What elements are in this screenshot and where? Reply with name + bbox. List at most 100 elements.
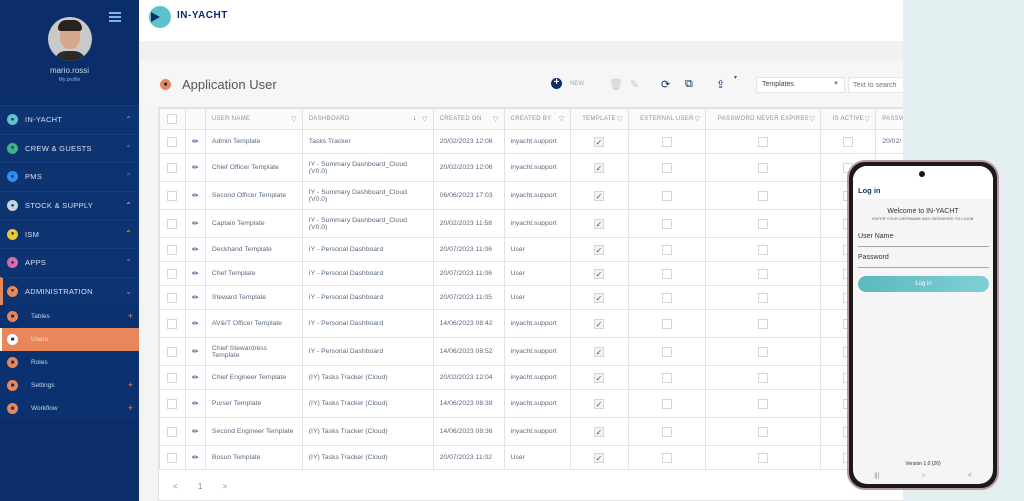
row-select-checkbox[interactable] bbox=[167, 218, 178, 229]
edit-row-icon[interactable]: ✏ bbox=[192, 319, 199, 328]
template-checkbox[interactable]: ✓ bbox=[594, 244, 605, 255]
next-page-button[interactable]: > bbox=[223, 482, 228, 491]
filter-icon[interactable]: ▽ bbox=[695, 115, 701, 123]
row-select-checkbox[interactable] bbox=[167, 372, 178, 383]
external-user-checkbox[interactable] bbox=[661, 162, 672, 173]
external-user-checkbox[interactable] bbox=[661, 426, 672, 437]
user-name-cell[interactable]: Chef Template bbox=[204, 261, 303, 286]
sidebar-item-workflow[interactable]: ■ Workflow + bbox=[0, 397, 139, 421]
filter-icon[interactable]: ▽ bbox=[422, 115, 428, 123]
sidebar-section-ism[interactable]: ● ISM ⌃ bbox=[0, 219, 139, 248]
filter-icon[interactable]: ▽ bbox=[559, 115, 565, 123]
login-button[interactable]: Log in bbox=[858, 276, 989, 292]
external-user-checkbox[interactable] bbox=[661, 244, 672, 255]
sort-desc-icon[interactable]: ↓ bbox=[413, 115, 417, 122]
table-row[interactable]: ✏ Bosun Template (IY) Tasks Tracker (Cloud… bbox=[159, 445, 903, 470]
external-user-checkbox[interactable] bbox=[661, 292, 672, 303]
external-user-checkbox[interactable] bbox=[661, 318, 672, 329]
filter-icon[interactable]: ▽ bbox=[493, 115, 499, 123]
row-select-checkbox[interactable] bbox=[167, 452, 178, 463]
password-never-expires-checkbox[interactable] bbox=[758, 244, 769, 255]
user-name-cell[interactable]: Bosun Template bbox=[204, 445, 303, 470]
add-icon[interactable]: + bbox=[551, 78, 562, 89]
user-name-cell[interactable]: AV&IT Officer Template bbox=[204, 309, 303, 338]
row-select-checkbox[interactable] bbox=[167, 268, 178, 279]
export-dropdown-icon[interactable]: ▾ bbox=[734, 74, 737, 81]
template-checkbox[interactable]: ✓ bbox=[594, 136, 605, 147]
external-user-checkbox[interactable] bbox=[661, 218, 672, 229]
template-checkbox[interactable]: ✓ bbox=[594, 218, 605, 229]
edit-row-icon[interactable]: ✏ bbox=[192, 373, 199, 382]
expand-icon[interactable]: + bbox=[128, 380, 133, 390]
column-header-passwo[interactable]: PASSWO bbox=[875, 108, 903, 130]
edit-icon[interactable]: ✎ bbox=[630, 78, 639, 91]
user-name-cell[interactable]: Second Officer Template bbox=[204, 181, 303, 210]
edit-row-icon[interactable]: ✏ bbox=[192, 453, 199, 462]
password-never-expires-checkbox[interactable] bbox=[758, 346, 769, 357]
password-never-expires-checkbox[interactable] bbox=[758, 426, 769, 437]
sidebar-section-crew-guests[interactable]: ● CREW & GUESTS ⌃ bbox=[0, 133, 139, 163]
new-button[interactable]: NEW bbox=[570, 81, 584, 87]
password-never-expires-checkbox[interactable] bbox=[758, 218, 769, 229]
edit-row-icon[interactable]: ✏ bbox=[192, 347, 199, 356]
row-select-checkbox[interactable] bbox=[167, 292, 178, 303]
row-select-checkbox[interactable] bbox=[167, 398, 178, 409]
sidebar-section-stock-supply[interactable]: ● STOCK & SUPPLY ⌃ bbox=[0, 190, 139, 220]
prev-page-button[interactable]: < bbox=[173, 482, 178, 491]
template-checkbox[interactable]: ✓ bbox=[594, 452, 605, 463]
template-checkbox[interactable]: ✓ bbox=[594, 426, 605, 437]
sidebar-section-administration[interactable]: ● ADMINISTRATION ⌄ bbox=[0, 276, 139, 306]
table-row[interactable]: ✏ Deckhand Template IY - Personal Dashboar… bbox=[159, 237, 903, 262]
column-header-is-active[interactable]: IS ACTIVE ▽ bbox=[820, 108, 877, 130]
username-field[interactable]: User Name bbox=[858, 233, 989, 247]
table-row[interactable]: ✏ Chief Engineer Template (IY) Tasks Track… bbox=[159, 365, 903, 390]
menu-toggle-icon[interactable] bbox=[109, 12, 121, 22]
sidebar-item-settings[interactable]: ■ Settings + bbox=[0, 374, 139, 398]
user-name-cell[interactable]: Admin Template bbox=[204, 129, 303, 154]
external-user-checkbox[interactable] bbox=[661, 268, 672, 279]
edit-row-icon[interactable]: ✏ bbox=[192, 137, 199, 146]
column-header-dashboard[interactable]: DASHBOARD ↓ ▽ bbox=[301, 108, 434, 130]
column-header-external-user[interactable]: EXTERNAL USER ▽ bbox=[627, 108, 707, 130]
page-1-button[interactable]: 1 bbox=[198, 482, 202, 491]
template-checkbox[interactable]: ✓ bbox=[594, 346, 605, 357]
password-never-expires-checkbox[interactable] bbox=[758, 268, 769, 279]
user-name-cell[interactable]: Chief Officer Template bbox=[204, 153, 303, 182]
password-never-expires-checkbox[interactable] bbox=[758, 452, 769, 463]
password-never-expires-checkbox[interactable] bbox=[758, 398, 769, 409]
layout-icon[interactable]: ⧉ bbox=[685, 78, 693, 91]
column-header-created-on[interactable]: CREATED ON ▽ bbox=[432, 108, 505, 130]
user-name-cell[interactable]: Steward Template bbox=[204, 285, 303, 310]
delete-icon[interactable]: 🗑 bbox=[609, 78, 623, 91]
external-user-checkbox[interactable] bbox=[661, 136, 672, 147]
edit-row-icon[interactable]: ✏ bbox=[192, 399, 199, 408]
external-user-checkbox[interactable] bbox=[661, 452, 672, 463]
sidebar-item-tables[interactable]: ■ Tables + bbox=[0, 305, 139, 329]
template-checkbox[interactable]: ✓ bbox=[594, 190, 605, 201]
password-never-expires-checkbox[interactable] bbox=[758, 136, 769, 147]
template-checkbox[interactable]: ✓ bbox=[594, 398, 605, 409]
sidebar-section-apps[interactable]: ● APPS ⌃ bbox=[0, 247, 139, 277]
user-name-cell[interactable]: Chief Engineer Template bbox=[204, 365, 303, 390]
template-checkbox[interactable]: ✓ bbox=[594, 162, 605, 173]
table-row[interactable]: ✏ Steward Template IY - Personal Dashboard… bbox=[159, 285, 903, 310]
column-header-password-never-expires[interactable]: PASSWORD NEVER EXPIRES ▽ bbox=[705, 108, 822, 130]
external-user-checkbox[interactable] bbox=[661, 346, 672, 357]
edit-row-icon[interactable]: ✏ bbox=[192, 245, 199, 254]
user-name-cell[interactable]: Purser Template bbox=[204, 389, 303, 418]
table-row[interactable]: ✏ Second Engineer Template (IY) Tasks Trac… bbox=[159, 417, 903, 446]
user-name-cell[interactable]: Chief Steward/ess Template bbox=[204, 337, 303, 366]
edit-row-icon[interactable]: ✏ bbox=[192, 163, 199, 172]
filter-icon[interactable]: ▽ bbox=[291, 115, 297, 123]
filter-select[interactable]: Templates ▼ bbox=[756, 77, 845, 93]
row-select-checkbox[interactable] bbox=[167, 190, 178, 201]
row-select-checkbox[interactable] bbox=[167, 136, 178, 147]
template-checkbox[interactable]: ✓ bbox=[594, 268, 605, 279]
external-user-checkbox[interactable] bbox=[661, 190, 672, 201]
password-never-expires-checkbox[interactable] bbox=[758, 292, 769, 303]
template-checkbox[interactable]: ✓ bbox=[594, 292, 605, 303]
table-row[interactable]: ✏ Chef Template IY - Personal Dashboard 20/… bbox=[159, 261, 903, 286]
table-row[interactable]: ✏ Purser Template (IY) Tasks Tracker (Clou… bbox=[159, 389, 903, 418]
expand-icon[interactable]: + bbox=[128, 403, 133, 413]
password-never-expires-checkbox[interactable] bbox=[758, 190, 769, 201]
